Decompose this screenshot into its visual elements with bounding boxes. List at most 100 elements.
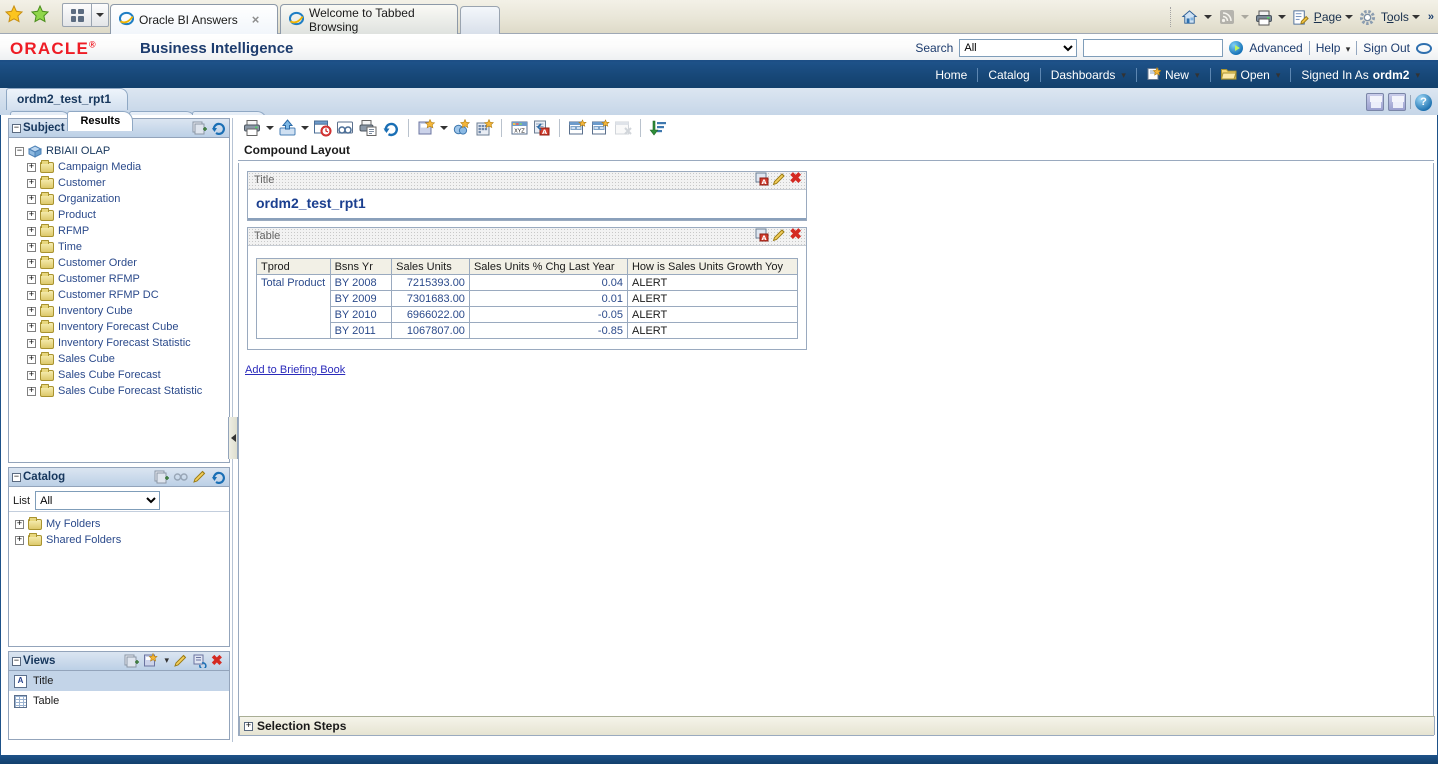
new-view-dropdown[interactable]	[438, 117, 449, 139]
print-icon[interactable]	[241, 117, 263, 139]
table-column-header[interactable]: Sales Units % Chg Last Year	[469, 259, 627, 275]
expand-icon[interactable]: +	[27, 355, 36, 364]
remove-icon[interactable]: ✖	[789, 228, 802, 242]
nav-item-home[interactable]: Home	[925, 68, 977, 82]
add-to-briefing-book[interactable]: Add to Briefing Book	[245, 364, 1433, 376]
help-icon[interactable]: ?	[1415, 94, 1432, 111]
remove-view-icon[interactable]: ✖	[211, 653, 226, 668]
selection-steps-bar[interactable]: + Selection Steps	[239, 716, 1435, 735]
expand-icon[interactable]: +	[15, 536, 24, 545]
xyz-icon[interactable]: XYZ	[508, 117, 530, 139]
tools-label[interactable]: Tools	[1381, 10, 1409, 24]
expand-icon[interactable]: +	[27, 259, 36, 268]
nav-item-new[interactable]: New▾	[1137, 67, 1210, 84]
table-column-header[interactable]: Bsns Yr	[330, 259, 392, 275]
format-icon[interactable]: A	[755, 172, 769, 186]
expand-icon[interactable]: +	[27, 195, 36, 204]
table-column-header[interactable]: How is Sales Units Growth Yoy	[627, 259, 797, 275]
nav-item-catalog[interactable]: Catalog	[978, 68, 1039, 82]
export-dropdown[interactable]	[299, 117, 310, 139]
home-dropdown[interactable]	[1203, 6, 1214, 28]
advanced-icon[interactable]: A	[531, 117, 553, 139]
preview-icon[interactable]	[334, 117, 356, 139]
expand-icon[interactable]: +	[27, 339, 36, 348]
refresh-icon[interactable]	[211, 469, 226, 484]
subject-area-item[interactable]: +Sales Cube Forecast	[13, 367, 225, 383]
subject-area-item[interactable]: +Campaign Media	[13, 159, 225, 175]
catalog-list-select[interactable]: All	[35, 491, 160, 510]
expand-icon[interactable]: +	[27, 291, 36, 300]
search-scope-select[interactable]: All	[959, 39, 1077, 57]
edit-icon[interactable]	[192, 469, 207, 484]
chevron-down-icon[interactable]: ▾	[164, 655, 169, 666]
new-view-icon[interactable]	[143, 653, 158, 668]
add-view-icon[interactable]	[124, 653, 139, 668]
new-object-icon[interactable]	[154, 469, 169, 484]
expand-icon[interactable]: +	[27, 323, 36, 332]
table-column-header[interactable]: Sales Units	[392, 259, 470, 275]
export-icon[interactable]	[276, 117, 298, 139]
expand-icon[interactable]: +	[244, 722, 253, 731]
search-go-button[interactable]	[1229, 41, 1243, 55]
print-dropdown[interactable]	[264, 117, 275, 139]
subject-area-item[interactable]: +Inventory Forecast Statistic	[13, 335, 225, 351]
page-label[interactable]: Page	[1314, 10, 1342, 24]
schedule-icon[interactable]	[311, 117, 333, 139]
expand-icon[interactable]: +	[27, 275, 36, 284]
expand-icon[interactable]: +	[27, 163, 36, 172]
nav-item-open[interactable]: Open▾	[1211, 67, 1291, 83]
briefing-book-link[interactable]: Add to Briefing Book	[245, 364, 345, 376]
home-icon[interactable]	[1179, 6, 1201, 28]
subject-area-item[interactable]: +Time	[13, 239, 225, 255]
table-column-header[interactable]: Tprod	[257, 259, 331, 275]
close-icon[interactable]: ×	[252, 12, 260, 27]
sidebar-splitter-handle[interactable]	[228, 417, 238, 459]
subject-area-item[interactable]: +Customer	[13, 175, 225, 191]
expand-icon[interactable]: +	[27, 227, 36, 236]
subject-area-item[interactable]: +Inventory Forecast Cube	[13, 319, 225, 335]
sign-out-link[interactable]: Sign Out	[1363, 41, 1410, 55]
report-name-tab[interactable]: ordm2_test_rpt1	[6, 88, 128, 110]
catalog-folder-item[interactable]: +My Folders	[13, 516, 225, 532]
gear-icon[interactable]	[1357, 6, 1379, 28]
tab-list-dropdown[interactable]	[92, 3, 109, 27]
show-more-icon[interactable]	[173, 469, 188, 484]
subject-area-item[interactable]: +Sales Cube Forecast Statistic	[13, 383, 225, 399]
subject-area-item[interactable]: +Customer RFMP	[13, 271, 225, 287]
add-favorite-icon[interactable]	[30, 4, 50, 24]
save-as-icon[interactable]	[1388, 93, 1406, 111]
subject-area-item[interactable]: +Customer RFMP DC	[13, 287, 225, 303]
collapse-icon[interactable]: −	[15, 147, 24, 156]
view-item-title[interactable]: A Title	[9, 671, 229, 691]
expand-icon[interactable]: +	[27, 211, 36, 220]
page-icon[interactable]	[1290, 6, 1312, 28]
combine-icon[interactable]	[450, 117, 472, 139]
advanced-search-link[interactable]: Advanced	[1249, 41, 1302, 55]
expand-icon[interactable]: +	[27, 387, 36, 396]
expand-icon[interactable]: +	[27, 179, 36, 188]
signed-in-as[interactable]: Signed In As ordm2▾	[1291, 68, 1430, 82]
edit-icon[interactable]	[772, 172, 786, 186]
edit-formula-icon[interactable]	[473, 117, 495, 139]
remove-icon[interactable]: ✖	[789, 172, 802, 186]
duplicate-view-icon[interactable]	[192, 653, 207, 668]
catalog-folder-item[interactable]: +Shared Folders	[13, 532, 225, 548]
search-input[interactable]	[1083, 39, 1223, 57]
print-dropdown[interactable]	[1277, 6, 1288, 28]
tab-results[interactable]: Results	[67, 111, 133, 131]
expand-icon[interactable]: +	[27, 371, 36, 380]
browser-tab-1[interactable]: Welcome to Tabbed Browsing	[280, 4, 458, 34]
collapse-icon[interactable]: −	[12, 124, 21, 133]
help-menu[interactable]: Help ▾	[1316, 41, 1351, 55]
edit-icon[interactable]	[772, 228, 786, 242]
browser-tab-0[interactable]: Oracle BI Answers ×	[110, 4, 278, 34]
new-tab-button[interactable]	[460, 6, 500, 34]
subject-area-item[interactable]: +Product	[13, 207, 225, 223]
new-view-icon[interactable]	[415, 117, 437, 139]
sort-icon[interactable]	[647, 117, 669, 139]
view-item-table[interactable]: Table	[9, 691, 229, 711]
overflow-chevron-icon[interactable]: »	[1428, 11, 1434, 23]
collapse-icon[interactable]: −	[12, 473, 21, 482]
subject-area-item[interactable]: +RFMP	[13, 223, 225, 239]
add-subject-area-icon[interactable]	[192, 120, 207, 135]
